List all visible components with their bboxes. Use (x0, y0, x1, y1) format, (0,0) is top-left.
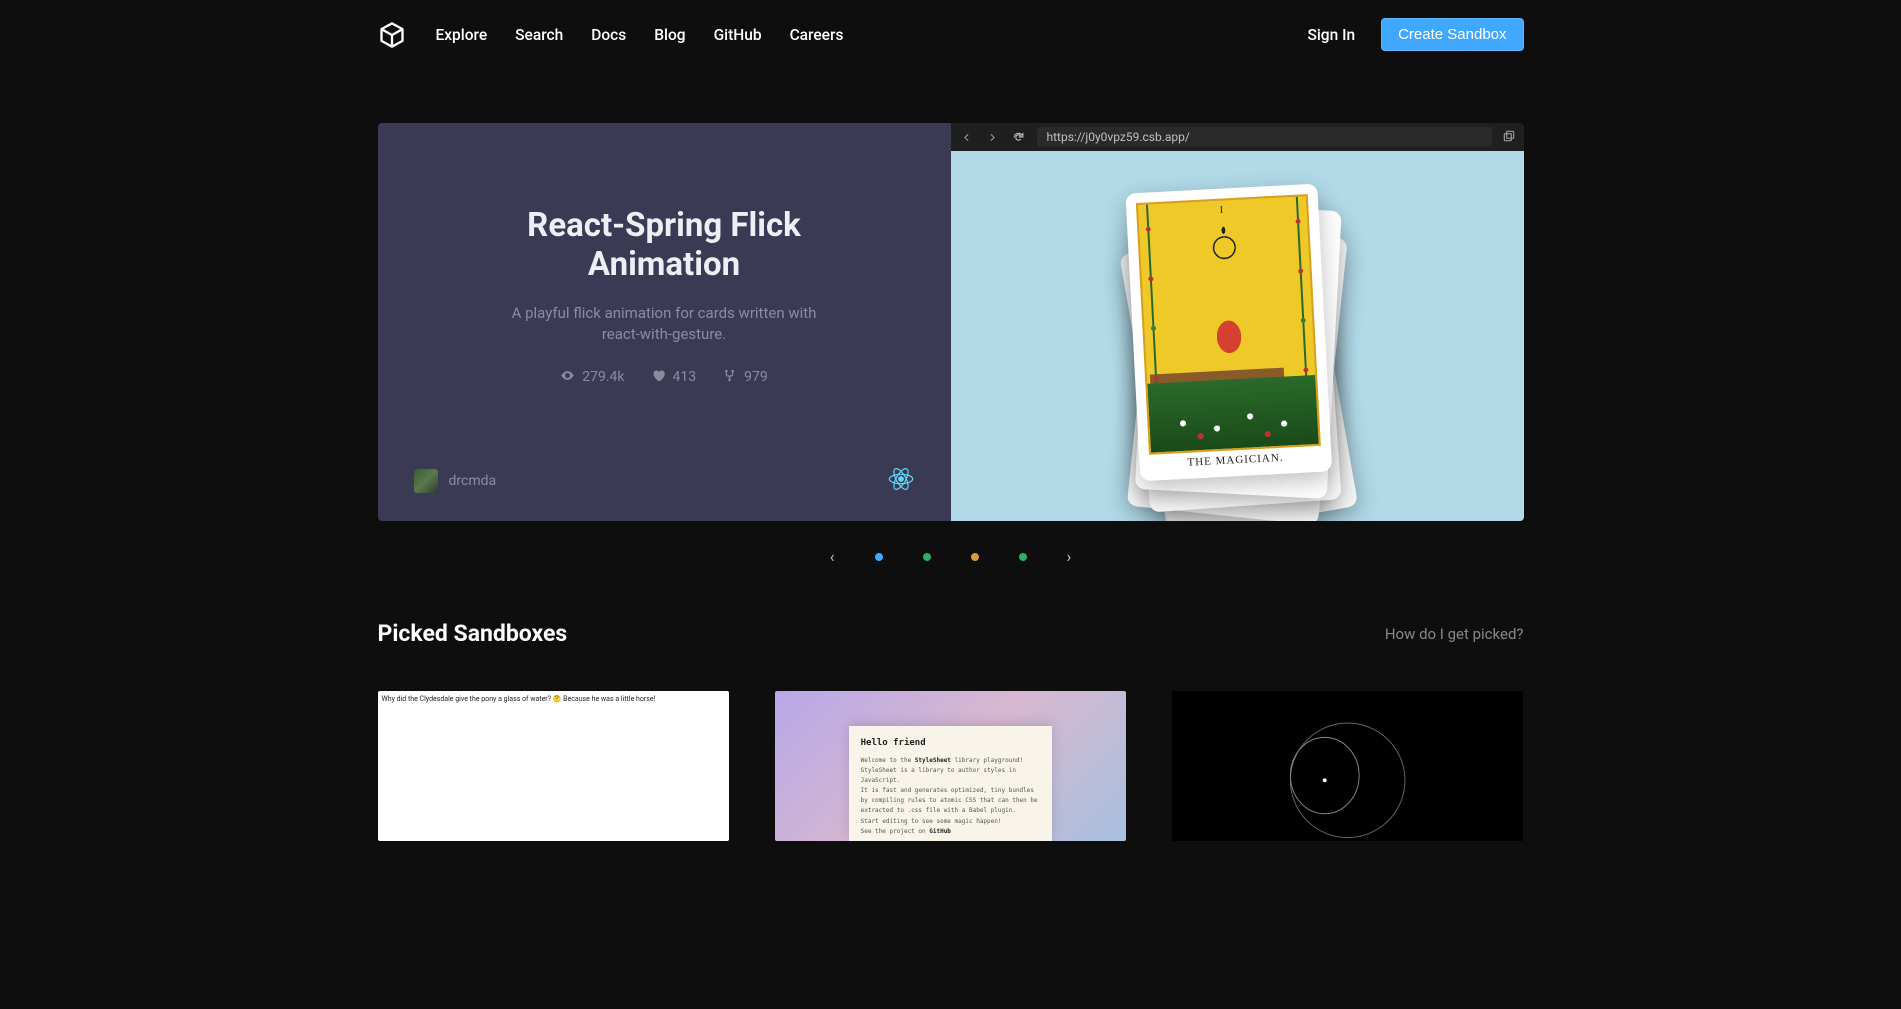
url-text: https://j0y0vpz59.csb.app/ (1047, 130, 1190, 144)
nav-links: Explore Search Docs Blog GitHub Careers (436, 26, 1308, 44)
fork-icon (722, 368, 737, 387)
nav-github[interactable]: GitHub (714, 26, 762, 44)
header: Explore Search Docs Blog GitHub Careers … (378, 0, 1524, 69)
doc-line: StyleSheet is a library to author styles… (861, 766, 1041, 786)
doc-line: Welcome to the (861, 757, 915, 764)
signin-link[interactable]: Sign In (1307, 26, 1355, 44)
nav-careers[interactable]: Careers (790, 26, 844, 44)
doc-line: See the project on (861, 828, 930, 835)
doc-line-bold: StyleSheet (915, 757, 951, 764)
carousel-dot-1[interactable] (923, 553, 931, 561)
browser-back-button[interactable] (959, 129, 975, 145)
picked-header: Picked Sandboxes How do I get picked? (378, 620, 1524, 647)
carousel-dot-2[interactable] (971, 553, 979, 561)
nav-blog[interactable]: Blog (654, 26, 685, 44)
nav-search[interactable]: Search (515, 26, 563, 44)
doc-line-bold: GitHub (929, 828, 951, 835)
carousel-next-button[interactable]: › (1067, 547, 1072, 566)
picked-card-3[interactable] (1172, 691, 1523, 841)
picked-card-1[interactable]: Why did the Clydesdale give the pony a g… (378, 691, 729, 841)
open-new-window-button[interactable] (1502, 128, 1516, 147)
browser-bar: https://j0y0vpz59.csb.app/ (951, 123, 1524, 151)
doc-line: It is fast and generates optimized, tiny… (861, 786, 1041, 817)
author-name: drcmda (449, 473, 497, 489)
nav-docs[interactable]: Docs (591, 26, 626, 44)
picked-card-2[interactable]: Hello friend Welcome to the StyleSheet l… (775, 691, 1126, 841)
views-count: 279.4k (582, 369, 624, 385)
nav-explore[interactable]: Explore (436, 26, 488, 44)
author-avatar (414, 469, 438, 493)
carousel-prev-button[interactable]: ‹ (830, 547, 835, 566)
logo[interactable] (378, 21, 406, 49)
create-sandbox-button[interactable]: Create Sandbox (1381, 18, 1523, 51)
hero-card: React-Spring Flick Animation A playful f… (378, 123, 1524, 566)
tarot-card-stack: I THE MAGICIAN. (1141, 192, 1333, 480)
stat-views: 279.4k (560, 368, 624, 387)
eye-icon (560, 368, 575, 387)
browser-forward-button[interactable] (985, 129, 1001, 145)
picked-grid: Why did the Clydesdale give the pony a g… (378, 691, 1524, 841)
stat-forks: 979 (722, 368, 768, 387)
carousel-dot-3[interactable] (1019, 553, 1027, 561)
picked-title: Picked Sandboxes (378, 620, 568, 647)
doc-line: library playground! (951, 757, 1023, 764)
author[interactable]: drcmda (414, 469, 497, 493)
carousel-nav: ‹ › (378, 547, 1524, 566)
heart-icon (651, 368, 666, 387)
url-bar[interactable]: https://j0y0vpz59.csb.app/ (1037, 127, 1492, 147)
forks-count: 979 (744, 369, 768, 385)
hero-description: A playful flick animation for cards writ… (504, 303, 824, 346)
picked-card-1-text: Why did the Clydesdale give the pony a g… (382, 695, 725, 703)
stat-likes: 413 (651, 368, 697, 387)
preview-canvas[interactable]: I THE MAGICIAN. (951, 151, 1524, 521)
picked-card-2-doc: Hello friend Welcome to the StyleSheet l… (849, 726, 1053, 841)
likes-count: 413 (673, 369, 697, 385)
orbit-graphic (1172, 691, 1523, 841)
hero-title: React-Spring Flick Animation (484, 207, 844, 285)
doc-heading: Hello friend (861, 736, 1041, 751)
react-icon (887, 465, 915, 497)
doc-line: Start editing to see some magic happen! (861, 817, 1041, 827)
header-right: Sign In Create Sandbox (1307, 18, 1523, 51)
carousel-dot-0[interactable] (875, 553, 883, 561)
browser-reload-button[interactable] (1011, 129, 1027, 145)
hero-info-panel[interactable]: React-Spring Flick Animation A playful f… (378, 123, 951, 521)
hero-stats: 279.4k 413 979 (560, 368, 767, 387)
how-picked-link[interactable]: How do I get picked? (1385, 625, 1524, 643)
hero-preview-panel: https://j0y0vpz59.csb.app/ I (951, 123, 1524, 521)
tarot-card-top: I THE MAGICIAN. (1125, 184, 1332, 482)
